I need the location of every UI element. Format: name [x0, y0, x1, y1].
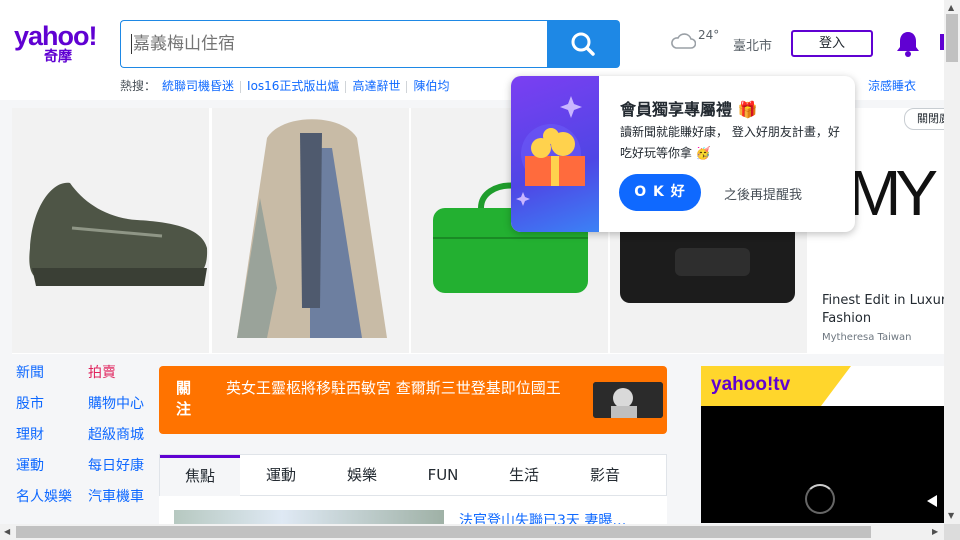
horizontal-scroll-thumb[interactable] [16, 526, 871, 538]
scroll-up-icon[interactable]: ▲ [948, 3, 954, 12]
trending-item-tail[interactable]: 涼感睡衣 [868, 77, 916, 94]
sneaker-image [12, 108, 209, 353]
search-button[interactable] [547, 20, 620, 68]
temperature: 24° [698, 28, 720, 42]
trending-item[interactable]: 統聯司機昏迷 [162, 79, 234, 93]
trending-bar: 熱搜： 統聯司機昏迷 Ios16正式版出爐 高達辭世 陳伯均 [120, 77, 455, 94]
breaking-headline[interactable]: 英女王靈柩將移駐西敏宮 查爾斯三世登基即位國王 [226, 378, 566, 399]
nav-finance[interactable]: 理財 [16, 424, 44, 444]
ad-brand-logo: MY [848, 157, 938, 229]
coat-image [212, 108, 409, 353]
tab-lifestyle[interactable]: 生活 [484, 455, 564, 495]
trending-item[interactable]: 陳伯均 [413, 79, 449, 93]
tab-sports[interactable]: 運動 [241, 455, 321, 495]
product-tile-sneaker[interactable] [12, 108, 209, 353]
popup-body: 讀新聞就能賺好康， 登入好朋友計畫，好吃好玩等你拿 🥳 [620, 125, 840, 160]
cloud-icon[interactable] [670, 30, 697, 54]
bell-icon[interactable] [895, 30, 921, 62]
scrollbar-corner [944, 524, 960, 540]
scroll-left-icon[interactable]: ◀ [4, 527, 10, 536]
tab-fun[interactable]: FUN [403, 455, 483, 495]
nav-deals[interactable]: 每日好康 [88, 455, 144, 475]
nav-news[interactable]: 新聞 [16, 362, 44, 382]
tab-entertainment[interactable]: 娛樂 [322, 455, 402, 495]
nav-autos[interactable]: 汽車機車 [88, 486, 144, 506]
yahoo-tv-logo[interactable]: yahoo!tv [711, 374, 790, 396]
tv-header: yahoo!tv [701, 366, 944, 406]
nav-mall[interactable]: 超級商城 [88, 424, 144, 444]
ad-source: Mytheresa Taiwan [822, 332, 912, 343]
scroll-down-icon[interactable]: ▼ [948, 511, 954, 520]
tab-video[interactable]: 影音 [565, 455, 645, 495]
tab-content: 法官登山失聯已3天 妻曝… [159, 496, 667, 530]
popup-title: 會員獨享專屬禮 🎁 [620, 100, 758, 119]
search-box [120, 20, 548, 68]
member-gift-popup: 會員獨享專屬禮 🎁 讀新聞就能賺好康， 登入好朋友計畫，好吃好玩等你拿 🥳 O … [511, 76, 855, 232]
vertical-scrollbar[interactable] [944, 0, 960, 524]
nav-stocks[interactable]: 股市 [16, 393, 44, 413]
tab-focus[interactable]: 焦點 [160, 455, 240, 498]
breaking-thumbnail[interactable] [593, 382, 663, 418]
loading-spinner-icon [805, 484, 835, 514]
logo-subtitle: 奇摩 [44, 49, 72, 65]
nav-shopping[interactable]: 購物中心 [88, 393, 144, 413]
gift-illustration [511, 76, 599, 232]
vertical-scroll-thumb[interactable] [946, 14, 958, 62]
search-input[interactable] [133, 21, 533, 67]
breaking-news-bar[interactable]: 關注 英女王靈柩將移駐西敏宮 查爾斯三世登基即位國王 [159, 366, 667, 434]
search-icon [571, 32, 595, 56]
divider [240, 80, 242, 93]
play-icon[interactable] [927, 495, 937, 507]
city-name[interactable]: 臺北市 [733, 35, 772, 54]
text-caret [131, 34, 132, 54]
product-tile-coat[interactable] [212, 108, 409, 353]
trending-item[interactable]: Ios16正式版出爐 [247, 79, 339, 93]
divider [406, 80, 408, 93]
nav-auction[interactable]: 拍賣 [88, 362, 116, 382]
news-tabs: 焦點 運動 娛樂 FUN 生活 影音 [159, 454, 667, 498]
scroll-right-icon[interactable]: ▶ [932, 527, 938, 536]
divider [345, 80, 347, 93]
yahoo-tv-player[interactable]: yahoo!tv [701, 366, 944, 523]
trending-prefix: 熱搜： [120, 79, 157, 93]
login-button[interactable]: 登入 [791, 30, 873, 57]
nav-sports[interactable]: 運動 [16, 455, 44, 475]
breaking-label: 關注 [176, 379, 192, 418]
nav-celebrity[interactable]: 名人娛樂 [16, 486, 72, 506]
trending-item[interactable]: 高達辭世 [352, 79, 400, 93]
ad-title[interactable]: Finest Edit in Luxury Fashion [822, 292, 956, 328]
remind-later-link[interactable]: 之後再提醒我 [724, 184, 802, 203]
ok-button[interactable]: O K 好 [619, 174, 701, 211]
